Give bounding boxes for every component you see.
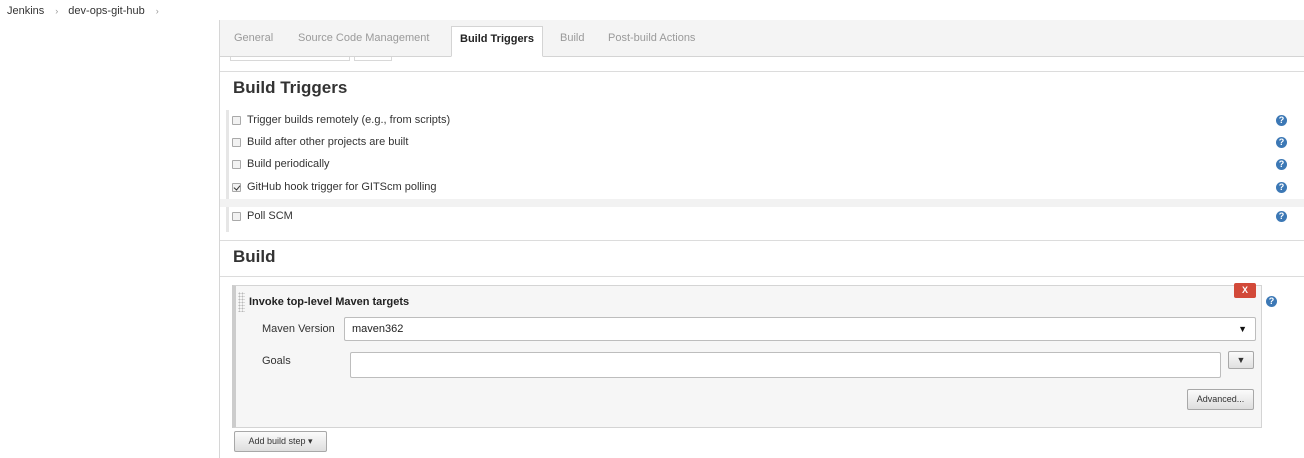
maven-version-label: Maven Version xyxy=(262,323,335,335)
trigger-remote-checkbox[interactable] xyxy=(232,115,241,125)
breadcrumb-project[interactable]: dev-ops-git-hub xyxy=(68,5,144,17)
expand-textbox-button[interactable]: ▼ xyxy=(1228,351,1254,369)
goals-input[interactable] xyxy=(350,352,1221,378)
section-divider xyxy=(220,71,1304,72)
help-icon[interactable]: ? xyxy=(1276,115,1287,126)
section-divider xyxy=(220,240,1304,241)
chevron-down-icon: ▼ xyxy=(1238,324,1247,334)
trigger-remote-label: Trigger builds remotely (e.g., from scri… xyxy=(247,114,451,126)
help-icon[interactable]: ? xyxy=(1276,159,1287,170)
build-triggers-title: Build Triggers xyxy=(233,78,348,97)
build-title: Build xyxy=(233,247,276,266)
help-icon[interactable]: ? xyxy=(1276,137,1287,148)
help-icon[interactable]: ? xyxy=(1276,211,1287,222)
breadcrumb-separator-icon: › xyxy=(155,6,159,16)
tab-source-code-management[interactable]: Source Code Management xyxy=(298,26,429,57)
previous-section-edge xyxy=(230,57,350,61)
maven-version-value: maven362 xyxy=(352,323,404,335)
maven-version-select[interactable]: maven362 ▼ xyxy=(344,317,1256,341)
tab-post-build-actions[interactable]: Post-build Actions xyxy=(608,26,695,57)
trigger-after-projects-checkbox[interactable] xyxy=(232,137,241,147)
trigger-after-projects-row[interactable]: Build after other projects are built xyxy=(232,132,408,152)
section-divider xyxy=(220,276,1304,277)
breadcrumb-jenkins[interactable]: Jenkins xyxy=(7,5,44,17)
trigger-periodically-checkbox[interactable] xyxy=(232,159,241,169)
breadcrumb-separator-icon: › xyxy=(55,6,59,16)
advanced-button[interactable]: Advanced... xyxy=(1187,389,1254,410)
trigger-github-hook-row[interactable]: GitHub hook trigger for GITScm polling xyxy=(232,177,437,197)
trigger-poll-scm-label: Poll SCM xyxy=(247,210,293,222)
trigger-poll-scm-row[interactable]: Poll SCM xyxy=(232,206,293,226)
drag-handle-icon[interactable] xyxy=(238,292,245,312)
add-build-step-button[interactable]: Add build step ▾ xyxy=(234,431,327,452)
poll-scm-group xyxy=(226,207,1304,232)
trigger-periodically-label: Build periodically xyxy=(247,158,330,170)
tab-general[interactable]: General xyxy=(234,26,273,57)
trigger-periodically-row[interactable]: Build periodically xyxy=(232,154,330,174)
tab-build[interactable]: Build xyxy=(560,26,584,57)
breadcrumb: Jenkins › dev-ops-git-hub › xyxy=(0,0,1304,20)
trigger-after-projects-label: Build after other projects are built xyxy=(247,136,409,148)
goals-label: Goals xyxy=(262,355,291,367)
config-tab-bar: General Source Code Management Build Tri… xyxy=(220,20,1304,57)
trigger-remote-row[interactable]: Trigger builds remotely (e.g., from scri… xyxy=(232,110,450,130)
sidebar-divider xyxy=(219,20,220,458)
help-icon[interactable]: ? xyxy=(1276,182,1287,193)
delete-step-button[interactable]: X xyxy=(1234,283,1256,298)
help-icon[interactable]: ? xyxy=(1266,296,1277,307)
section-spacer xyxy=(220,199,1304,207)
tab-build-triggers[interactable]: Build Triggers xyxy=(451,26,543,57)
trigger-github-hook-checkbox[interactable] xyxy=(232,182,241,192)
trigger-poll-scm-checkbox[interactable] xyxy=(232,211,241,221)
trigger-github-hook-label: GitHub hook trigger for GITScm polling xyxy=(247,181,437,193)
previous-section-edge xyxy=(354,57,392,61)
build-step-title: Invoke top-level Maven targets xyxy=(249,296,410,308)
